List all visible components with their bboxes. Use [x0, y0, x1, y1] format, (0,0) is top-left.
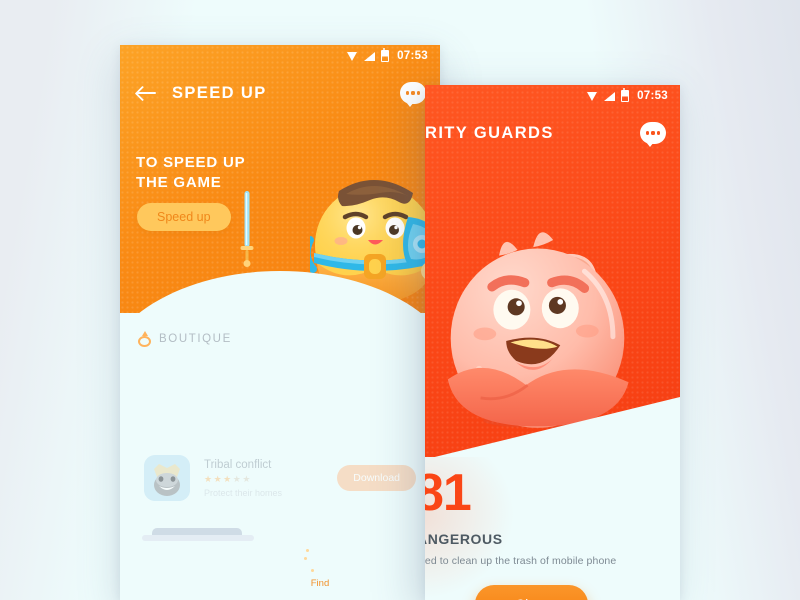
- threat-score: 81: [425, 464, 472, 522]
- section-header-boutique: BOUTIQUE: [138, 331, 232, 347]
- status-description: need to clean up the trash of mobile pho…: [425, 555, 617, 567]
- hero-headline: TO SPEED UP THE GAME: [136, 153, 245, 193]
- game-app-icon: [144, 455, 190, 501]
- status-badge: ANGEROUS: [425, 531, 503, 547]
- list-item[interactable]: Tribal conflict ★ ★ ★ ★ ★ Protect their home…: [130, 443, 430, 513]
- wifi-icon: [587, 91, 598, 101]
- nav-item-shield[interactable]: [120, 560, 200, 582]
- back-arrow-icon[interactable]: [136, 83, 158, 103]
- section-label: BOUTIQUE: [159, 333, 232, 345]
- app-title: Tribal conflict: [204, 458, 272, 471]
- phone-screen-speed-up: 07:53 SPEED UP TO SPEED UP THE GAME Spee…: [120, 45, 440, 600]
- pink-monster-character: [447, 232, 629, 428]
- app-subtitle: Protect their homes: [204, 487, 283, 498]
- speed-up-button[interactable]: Speed up: [137, 203, 231, 231]
- flower-clean-icon: [229, 560, 251, 582]
- status-bar-time: 07:53: [637, 90, 668, 102]
- status-panel: 81 ANGEROUS need to clean up the trash o…: [425, 457, 680, 600]
- find-orb-icon: [304, 549, 331, 575]
- nav-item-clean[interactable]: [200, 560, 280, 582]
- app-bar: SPEED UP: [120, 67, 440, 119]
- app-bar: RITY GUARDS: [425, 107, 680, 159]
- wifi-icon: [347, 51, 358, 61]
- signal-icon: [364, 51, 376, 61]
- download-button[interactable]: Download: [337, 465, 416, 491]
- nav-item-find-label: Find: [310, 578, 330, 589]
- page-title: SPEED UP: [172, 83, 267, 102]
- hero-headline-line2: THE GAME: [136, 174, 222, 191]
- battery-icon: [381, 48, 390, 62]
- hero-section-security: 07:53 RITY GUARDS: [425, 85, 680, 505]
- clear-button[interactable]: Clear: [475, 585, 589, 600]
- battery-icon: [621, 88, 630, 102]
- status-bar-time: 07:53: [397, 50, 428, 62]
- status-bar: 07:53: [425, 85, 680, 107]
- rating-stars: ★ ★ ★ ★ ★: [204, 473, 251, 484]
- nav-item-find[interactable]: Find: [280, 549, 360, 589]
- signal-icon: [604, 91, 616, 101]
- hero-section-speed-up: 07:53 SPEED UP TO SPEED UP THE GAME Spee…: [120, 45, 440, 381]
- shield-icon: [149, 560, 171, 582]
- status-bar: 07:53: [120, 45, 440, 67]
- page-title: RITY GUARDS: [425, 123, 554, 142]
- phone-screen-security-guards: 07:53 RITY GUARDS 81 ANGEROUS need to cl…: [425, 85, 680, 600]
- chat-bubble-icon[interactable]: [400, 82, 426, 107]
- chat-bubble-icon[interactable]: [640, 122, 666, 147]
- bottom-navigation: Find: [120, 542, 440, 600]
- hero-headline-line1: TO SPEED UP: [136, 154, 246, 171]
- next-card-peek-shadow: [142, 535, 254, 541]
- app-meta: Tribal conflict ★ ★ ★ ★ ★ Protect their home…: [204, 459, 337, 498]
- sword-icon: [240, 191, 254, 267]
- face-icon: [381, 560, 411, 582]
- ring-icon: [138, 331, 151, 347]
